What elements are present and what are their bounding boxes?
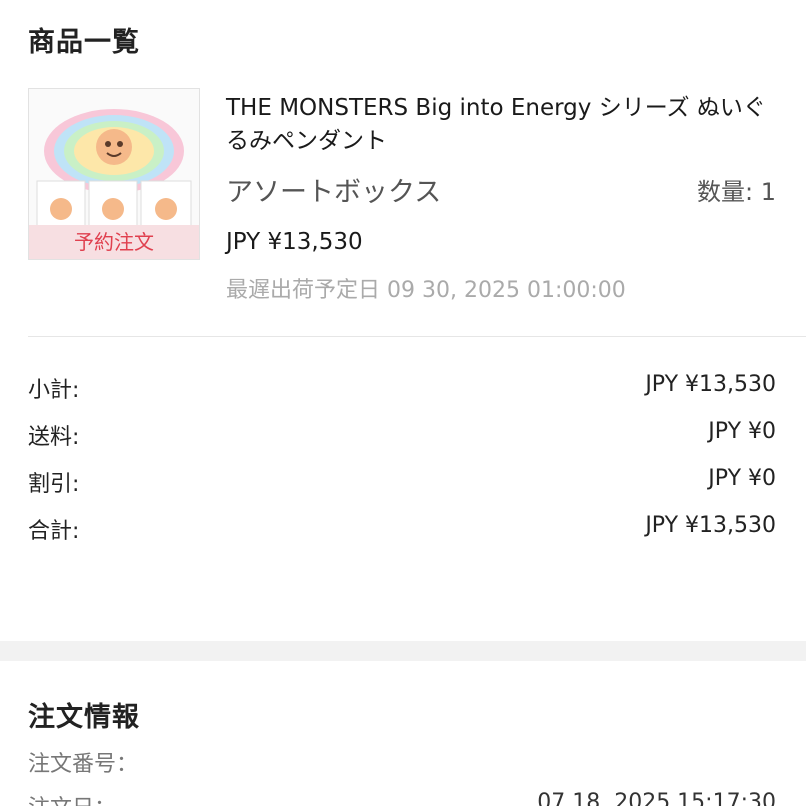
order-number-label: 注文番号：: [28, 752, 139, 777]
quantity: 数量: 1: [697, 172, 776, 207]
ship-date-value: 09 30, 2025 01:00:00: [387, 278, 626, 303]
order-date-row: 注文日： 07 18, 2025 15:17:30: [28, 790, 776, 806]
summary-label: 割引:: [28, 472, 80, 497]
preorder-badge: 予約注文: [29, 225, 199, 259]
summary-row-discount: 割引: JPY ¥0: [28, 466, 776, 497]
product-name[interactable]: THE MONSTERS Big into Energy シリーズ ぬいぐるみペ…: [226, 92, 771, 158]
latest-ship-date: 最遅出荷予定日 09 30, 2025 01:00:00: [226, 272, 626, 304]
summary-row-shipping: 送料: JPY ¥0: [28, 419, 776, 450]
product-thumbnail[interactable]: 予約注文: [28, 88, 200, 260]
order-info-title: 注文情報: [28, 702, 140, 733]
summary-value: JPY ¥0: [708, 466, 776, 491]
blind-boxes: [36, 180, 192, 228]
quantity-value: 1: [760, 178, 776, 206]
summary-value: JPY ¥0: [708, 419, 776, 444]
product-image: [36, 109, 192, 228]
product-price: JPY ¥13,530: [226, 229, 363, 255]
summary-row-total: 合計: JPY ¥13,530: [28, 513, 776, 544]
order-date-label: 注文日：: [28, 796, 116, 806]
summary-value: JPY ¥13,530: [645, 513, 776, 538]
order-date-value: 07 18, 2025 15:17:30: [537, 790, 776, 806]
items-section-title: 商品一覧: [28, 27, 140, 58]
labubu-figure: [96, 129, 132, 165]
summary-row-subtotal: 小計: JPY ¥13,530: [28, 372, 776, 403]
summary-label: 送料:: [28, 425, 80, 450]
summary-value: JPY ¥13,530: [645, 372, 776, 397]
product-variant: アソートボックス: [226, 177, 442, 208]
section-separator: [0, 641, 806, 661]
order-number-row: 注文番号：: [28, 746, 776, 778]
ship-date-label: 最遅出荷予定日: [226, 278, 381, 303]
summary-label: 合計:: [28, 519, 80, 544]
divider: [28, 336, 806, 337]
summary-label: 小計:: [28, 378, 80, 403]
quantity-label: 数量:: [696, 178, 754, 206]
